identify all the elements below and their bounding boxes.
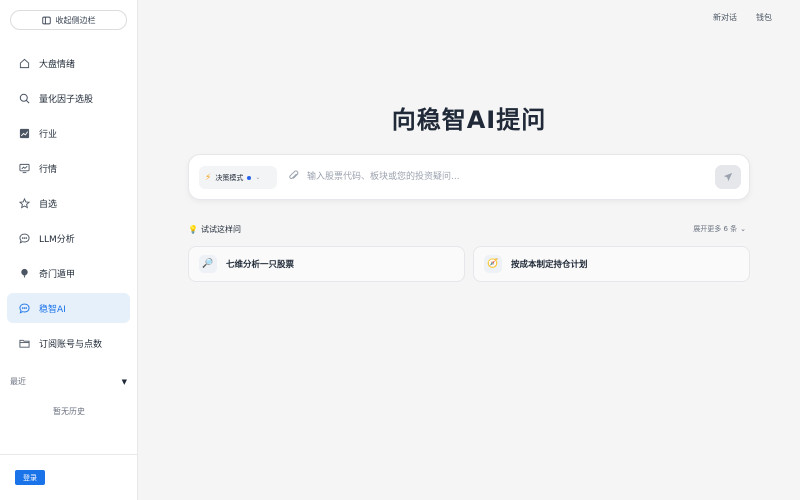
sidebar-item-industry[interactable]: 行业 — [7, 118, 130, 148]
no-history-text: 暂无历史 — [53, 407, 85, 416]
chevron-down-icon: ⌄ — [255, 174, 261, 181]
compass-icon: 🧭 — [484, 255, 502, 273]
sidebar-item-label: 大盘情绪 — [39, 59, 76, 70]
chat-input[interactable] — [307, 167, 707, 187]
sidebar-item-llm-analysis[interactable]: LLM分析 — [7, 223, 130, 253]
sidebar-item-watchlist[interactable]: 自选 — [7, 188, 130, 218]
caret-down-icon: ▼ — [121, 377, 127, 386]
recent-section-toggle[interactable]: 最近 ▼ — [10, 376, 127, 387]
chat-bubble-icon — [19, 303, 30, 314]
lightning-icon: ⚡ — [205, 172, 212, 183]
sidebar-item-label: 稳智AI — [39, 304, 66, 315]
chat-bubble-icon — [19, 233, 30, 244]
collapse-sidebar-label: 收起侧边栏 — [55, 15, 96, 25]
chevron-down-icon: ⌄ — [740, 225, 746, 233]
mode-status-dot — [247, 175, 252, 180]
suggestion-label: 按成本制定持仓计划 — [511, 260, 588, 270]
sidebar-toggle-icon — [41, 16, 51, 24]
recent-label: 最近 — [10, 377, 26, 386]
sidebar-item-quotes[interactable]: 行情 — [7, 153, 130, 183]
expand-more-link[interactable]: 展开更多 6 条 ⌄ — [693, 224, 746, 234]
suggestions-header: 💡 试试这样问 — [188, 224, 241, 235]
chat-input-box: ⚡ 决策模式 ⌄ — [188, 154, 750, 200]
page-title: 向稳智AI提问 — [391, 106, 547, 134]
sidebar-item-label: 量化因子选股 — [39, 94, 94, 105]
collapse-sidebar-button[interactable]: 收起侧边栏 — [10, 10, 127, 30]
home-icon — [19, 58, 30, 68]
suggestion-label: 七维分析一只股票 — [226, 260, 295, 270]
gourd-icon — [21, 268, 28, 278]
sidebar-nav: 大盘情绪 量化因子选股 行业 行情 自选 LLM分析 奇门遁甲 稳智AI 订阅账… — [7, 48, 130, 363]
sidebar-item-label: LLM分析 — [39, 234, 75, 245]
search-icon — [19, 93, 30, 103]
new-chat-link[interactable]: 新对话 — [713, 12, 737, 23]
folder-icon — [19, 339, 30, 348]
sidebar-item-wenzhi-ai[interactable]: 稳智AI — [7, 293, 130, 323]
sidebar-item-label: 行业 — [39, 129, 58, 140]
send-icon — [723, 172, 733, 182]
magnifier-icon: 🔎 — [199, 255, 217, 273]
suggestion-card[interactable]: 🔎 七维分析一只股票 — [188, 246, 465, 282]
sidebar-item-label: 行情 — [39, 164, 58, 175]
star-icon — [19, 197, 30, 209]
sidebar-item-label: 奇门遁甲 — [39, 269, 76, 280]
sidebar: 收起侧边栏 大盘情绪 量化因子选股 行业 行情 自选 LLM分析 奇门遁甲 稳智… — [0, 0, 138, 500]
suggestion-cards: 🔎 七维分析一只股票 🧭 按成本制定持仓计划 — [188, 246, 750, 282]
chart-icon — [19, 128, 30, 138]
mode-label: 决策模式 — [215, 173, 244, 182]
mode-selector[interactable]: ⚡ 决策模式 ⌄ — [199, 166, 277, 189]
sidebar-footer: 登录 — [0, 454, 138, 500]
login-button[interactable]: 登录 — [15, 470, 45, 485]
paperclip-icon[interactable] — [288, 170, 300, 182]
sidebar-item-subscription[interactable]: 订阅账号与点数 — [7, 328, 130, 358]
sidebar-item-quant-factor[interactable]: 量化因子选股 — [7, 83, 130, 113]
lightbulb-icon: 💡 — [188, 225, 198, 234]
monitor-icon — [19, 163, 30, 173]
send-button[interactable] — [715, 165, 741, 189]
sidebar-item-market-sentiment[interactable]: 大盘情绪 — [7, 48, 130, 78]
sidebar-item-qimen[interactable]: 奇门遁甲 — [7, 258, 130, 288]
expand-more-label: 展开更多 6 条 — [693, 225, 738, 233]
sidebar-item-label: 订阅账号与点数 — [39, 339, 103, 350]
sidebar-item-label: 自选 — [39, 199, 58, 210]
suggestion-card[interactable]: 🧭 按成本制定持仓计划 — [473, 246, 750, 282]
wallet-link[interactable]: 钱包 — [756, 12, 772, 23]
try-label: 试试这样问 — [200, 225, 241, 234]
